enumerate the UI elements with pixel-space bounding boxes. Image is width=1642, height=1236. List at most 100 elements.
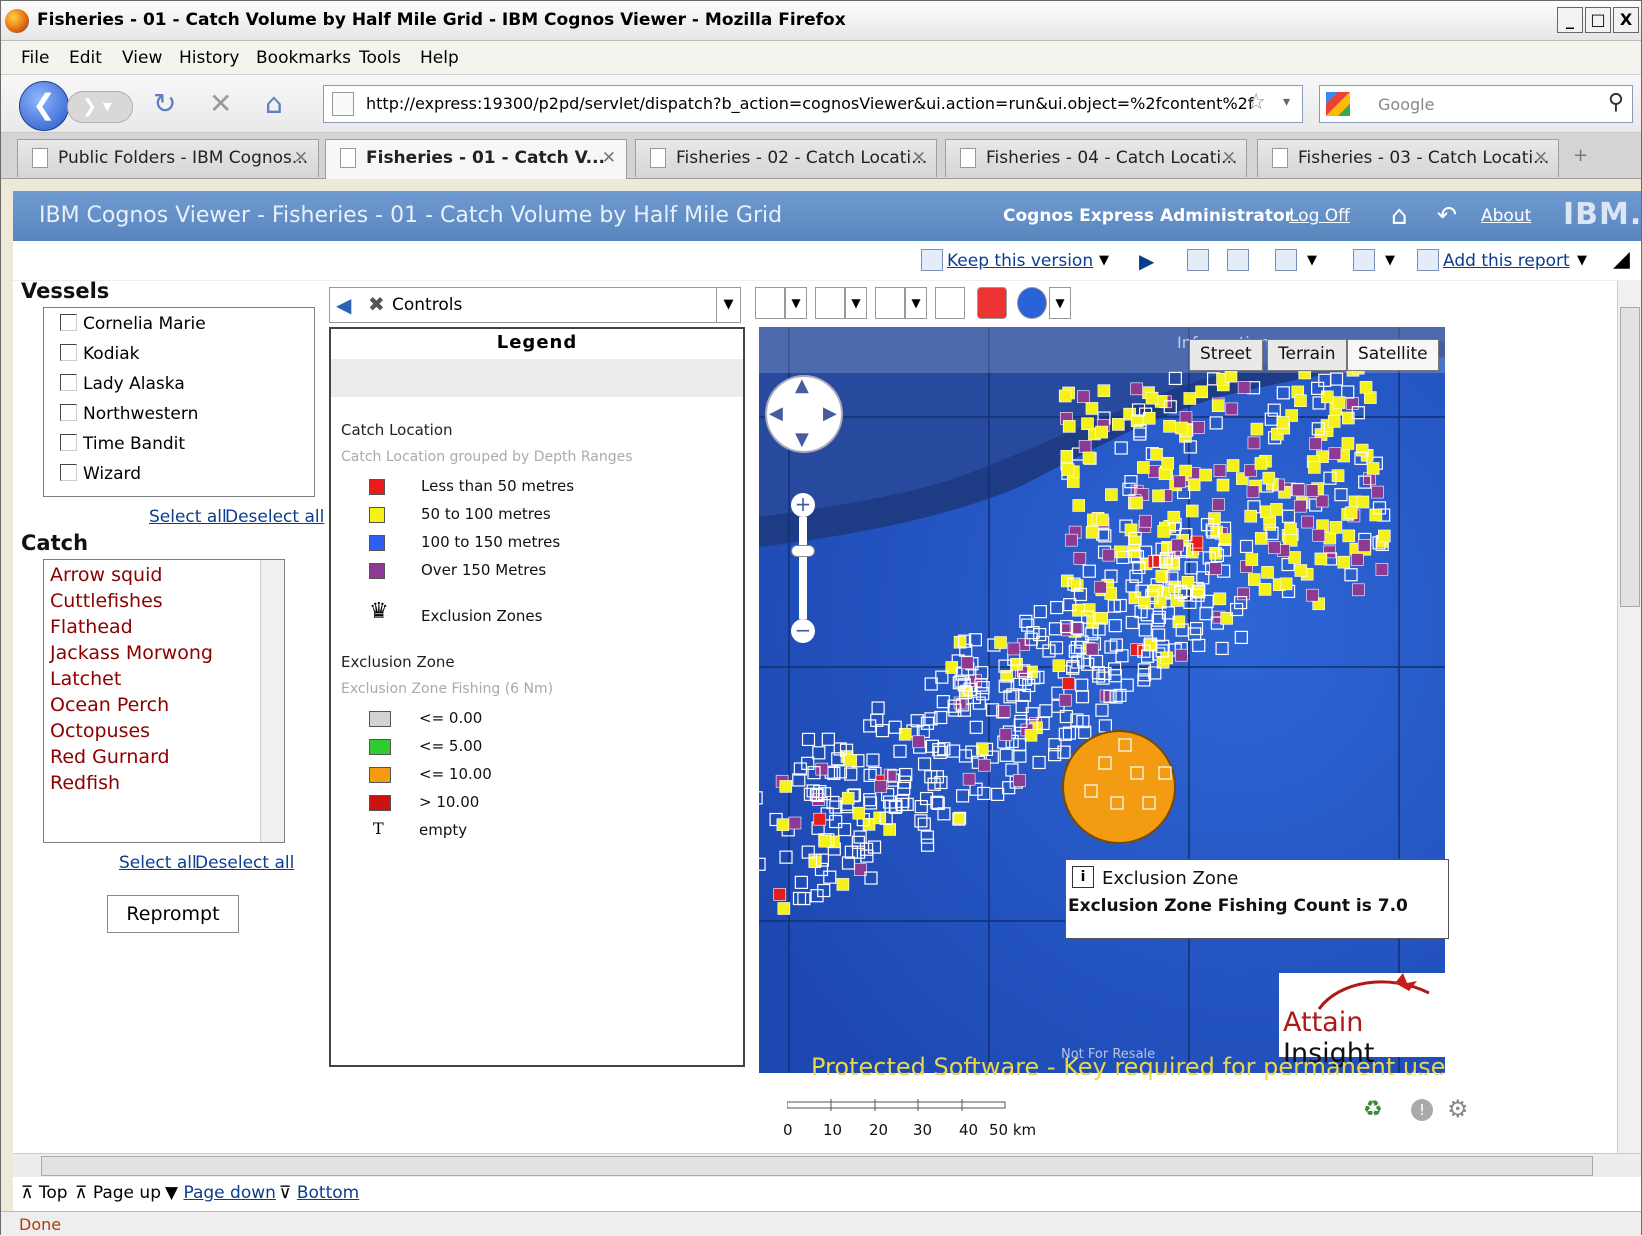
catch-location-marker[interactable] [1237,381,1251,394]
catch-location-marker[interactable] [1247,436,1261,450]
catch-location-marker[interactable] [1150,448,1163,461]
menu-edit[interactable]: Edit [69,48,102,68]
catch-location-marker[interactable] [1199,468,1212,482]
catch-location-marker[interactable] [1094,580,1107,594]
catch-location-marker[interactable] [1212,498,1225,511]
catch-location-marker[interactable] [1357,539,1371,552]
catch-location-marker[interactable] [1327,415,1341,428]
help-icon[interactable] [1017,287,1047,319]
catch-location-marker[interactable] [1167,510,1181,524]
tab-public-folders[interactable]: Public Folders - IBM Cognos... ✕ [17,139,319,177]
catch-location-marker[interactable] [1052,659,1066,673]
menu-file[interactable]: File [21,48,49,68]
catch-location-marker[interactable] [788,816,802,830]
minimize-button[interactable]: _ [1557,7,1583,33]
catch-location-marker[interactable] [1130,382,1143,396]
catch-location-marker[interactable] [1312,528,1325,542]
catch-location-marker[interactable] [1270,503,1283,516]
catch-location-marker[interactable] [1341,437,1355,450]
vessel-checkbox[interactable]: Northwestern [60,404,198,424]
catch-location-marker[interactable] [1216,478,1230,492]
catch-location-marker[interactable] [1331,469,1345,482]
catch-location-marker[interactable] [1064,533,1078,547]
tab-fisheries-04[interactable]: Fisheries - 04 - Catch Locati... ✕ [945,139,1247,177]
catch-deselect-all[interactable]: Deselect all [195,853,294,873]
catch-item[interactable]: Cuttlefishes [50,590,163,612]
catch-location-marker[interactable] [1148,465,1161,478]
catch-location-marker[interactable] [777,902,791,915]
catch-location-marker[interactable] [1137,461,1150,474]
catch-location-marker[interactable] [999,728,1013,741]
catch-item[interactable]: Flathead [50,616,133,638]
close-button[interactable]: X [1613,7,1639,33]
collapse-arrow-icon[interactable]: ◀ [336,293,351,317]
catch-location-marker[interactable] [1337,555,1351,569]
back-button[interactable]: ❮ [19,81,69,131]
catch-location-marker[interactable] [1267,541,1281,555]
catch-location-marker[interactable] [1244,464,1257,478]
new-tab-icon[interactable]: + [1573,145,1588,166]
catch-location-marker[interactable] [1145,391,1159,405]
chevron-down-icon[interactable]: ▼ [785,287,807,319]
vertical-scrollbar[interactable] [1617,281,1641,1153]
tab-fisheries-02[interactable]: Fisheries - 02 - Catch Locati... ✕ [635,139,937,177]
catch-location-marker[interactable] [1226,459,1240,472]
catch-location-marker[interactable] [1157,525,1170,538]
catch-location-marker[interactable] [1262,471,1276,485]
keep-version-link[interactable]: Keep this version [947,251,1093,271]
drill-down-icon[interactable] [1187,249,1209,271]
catch-listbox[interactable]: Arrow squid Cuttlefishes Flathead Jackas… [43,559,285,843]
zoom-slider[interactable] [799,517,807,619]
bottom-link[interactable]: ⊽ Bottom [279,1183,359,1203]
catch-location-marker[interactable] [1152,489,1165,503]
catch-location-marker[interactable] [1258,583,1272,596]
reprompt-button[interactable]: Reprompt [107,895,239,933]
catch-item[interactable]: Ocean Perch [50,694,169,716]
home-icon[interactable]: ⌂ [1391,201,1408,231]
catch-item[interactable]: Red Gurnard [50,746,170,768]
catch-location-marker[interactable] [883,768,897,782]
menu-view[interactable]: View [122,48,162,68]
chevron-down-icon[interactable]: ▼ [1049,287,1071,319]
catch-location-marker[interactable] [1076,390,1090,404]
vessels-deselect-all[interactable]: Deselect all [225,507,324,527]
catch-location-marker[interactable] [1261,566,1274,579]
catch-location-marker[interactable] [1247,573,1261,586]
catch-location-marker[interactable] [1058,389,1072,403]
catch-location-marker[interactable] [844,754,857,767]
tab-fisheries-01[interactable]: Fisheries - 01 - Catch V... ✕ [325,139,627,179]
home-icon[interactable]: ⌂ [265,87,283,120]
catch-location-marker[interactable] [1183,392,1197,405]
catch-location-marker[interactable] [994,636,1007,649]
layers-icon[interactable] [755,287,785,319]
close-tab-icon[interactable]: ✕ [602,148,616,168]
catch-location-marker[interactable] [1192,421,1205,434]
catch-location-marker[interactable] [1276,416,1290,429]
catch-location-marker[interactable] [1305,484,1319,497]
catch-location-marker[interactable] [1213,464,1227,477]
search-icon[interactable]: ⚲ [1608,90,1624,115]
catch-location-marker[interactable] [912,735,925,749]
zoom-control[interactable]: + − [791,493,815,643]
catch-location-marker[interactable] [813,812,827,826]
catch-location-marker[interactable] [874,780,887,793]
view-format-icon[interactable] [1353,249,1375,271]
chevron-down-icon[interactable]: ▼ [905,287,927,319]
palette-icon[interactable] [815,287,845,319]
add-report-link[interactable]: Add this report [1443,251,1570,271]
catch-location-marker[interactable] [1308,461,1321,474]
catch-location-marker[interactable] [1161,456,1175,470]
page-down-link[interactable]: ▼ Page down [165,1183,276,1203]
catch-location-marker[interactable] [1111,418,1125,431]
vessel-checkbox[interactable]: Time Bandit [60,434,185,454]
catch-location-marker[interactable] [1173,475,1186,489]
catch-location-marker[interactable] [1105,488,1118,501]
catch-location-marker[interactable] [1060,449,1074,463]
refresh-map-icon[interactable]: ♻ [1363,1097,1383,1122]
wrench-icon[interactable] [875,287,905,319]
url-dropdown-icon[interactable]: ▾ [1283,94,1290,110]
reload-icon[interactable]: ↻ [153,87,176,120]
catch-location-marker[interactable] [1288,551,1301,564]
catch-item[interactable]: Octopuses [50,720,150,742]
catch-item[interactable]: Latchet [50,668,121,690]
